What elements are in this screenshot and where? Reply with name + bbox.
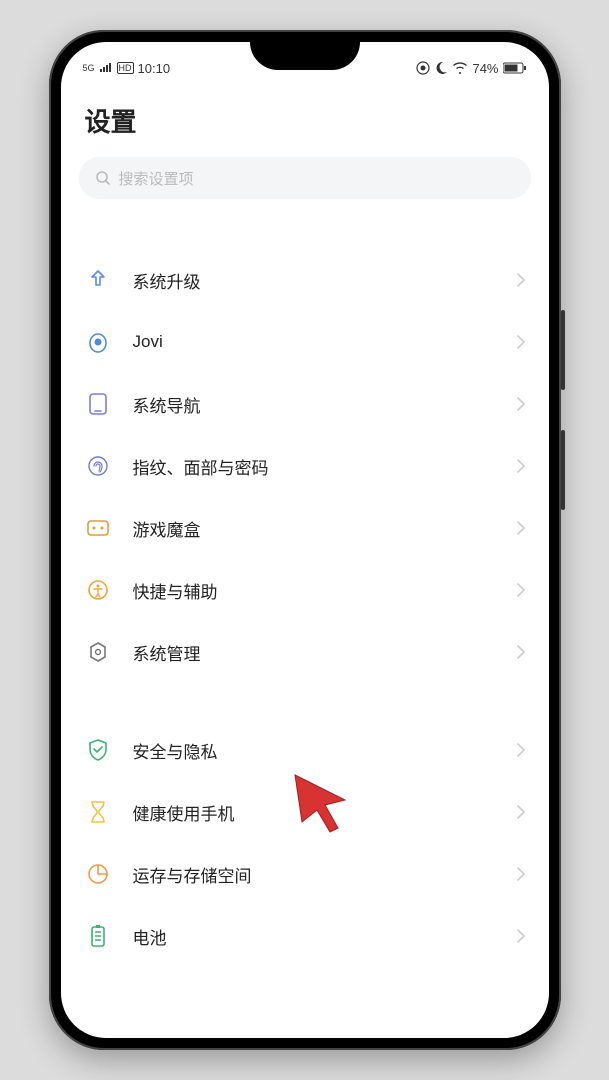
chevron-right-icon	[517, 335, 525, 349]
wifi-icon	[452, 62, 468, 74]
item-label: 快捷与辅助	[133, 578, 517, 603]
page-title: 设置	[85, 102, 525, 139]
dnd-icon	[416, 61, 430, 75]
item-system-upgrade[interactable]: 系统升级	[61, 249, 549, 311]
chevron-right-icon	[517, 645, 525, 659]
item-accessibility[interactable]: 快捷与辅助	[61, 559, 549, 621]
system-mgmt-icon	[85, 639, 111, 665]
chevron-right-icon	[517, 397, 525, 411]
item-security[interactable]: 安全与隐私	[61, 719, 549, 781]
upgrade-icon	[85, 267, 111, 293]
item-label: 健康使用手机	[133, 800, 517, 825]
status-hd: HD	[117, 62, 134, 74]
storage-icon	[85, 861, 111, 887]
item-label: 指纹、面部与密码	[133, 454, 517, 479]
search-placeholder: 搜索设置项	[119, 168, 194, 189]
digital-wellbeing-icon	[85, 799, 111, 825]
battery-icon	[503, 62, 527, 74]
nav-icon	[85, 391, 111, 417]
accessibility-icon	[85, 577, 111, 603]
chevron-right-icon	[517, 805, 525, 819]
item-battery[interactable]: 电池	[61, 905, 549, 967]
fingerprint-icon	[85, 453, 111, 479]
item-label: 系统导航	[133, 392, 517, 417]
item-gamebox[interactable]: 游戏魔盒	[61, 497, 549, 559]
item-jovi[interactable]: Jovi	[61, 311, 549, 373]
item-label: 游戏魔盒	[133, 516, 517, 541]
item-label: 电池	[133, 924, 517, 949]
chevron-right-icon	[517, 929, 525, 943]
status-signal: 5G	[83, 63, 95, 73]
item-label: Jovi	[133, 332, 517, 352]
chevron-right-icon	[517, 273, 525, 287]
chevron-right-icon	[517, 521, 525, 535]
chevron-right-icon	[517, 583, 525, 597]
item-label: 运存与存储空间	[133, 862, 517, 887]
security-icon	[85, 737, 111, 763]
status-time: 10:10	[138, 61, 171, 76]
item-label: 系统管理	[133, 640, 517, 665]
item-fingerprint[interactable]: 指纹、面部与密码	[61, 435, 549, 497]
status-battery: 74%	[472, 61, 498, 76]
moon-icon	[434, 61, 448, 75]
item-label: 安全与隐私	[133, 738, 517, 763]
search-icon	[95, 170, 111, 186]
battery-icon	[85, 923, 111, 949]
chevron-right-icon	[517, 867, 525, 881]
jovi-icon	[85, 329, 111, 355]
chevron-right-icon	[517, 743, 525, 757]
item-system-nav[interactable]: 系统导航	[61, 373, 549, 435]
search-input[interactable]: 搜索设置项	[79, 157, 531, 199]
item-storage[interactable]: 运存与存储空间	[61, 843, 549, 905]
chevron-right-icon	[517, 459, 525, 473]
item-system-mgmt[interactable]: 系统管理	[61, 621, 549, 683]
gamebox-icon	[85, 515, 111, 541]
item-label: 系统升级	[133, 268, 517, 293]
settings-group-2: 安全与隐私 健康使用手机 运存与存储空间	[61, 719, 549, 967]
item-digital-wellbeing[interactable]: 健康使用手机	[61, 781, 549, 843]
settings-group-1: 系统升级 Jovi 系统导航 指纹	[61, 249, 549, 683]
